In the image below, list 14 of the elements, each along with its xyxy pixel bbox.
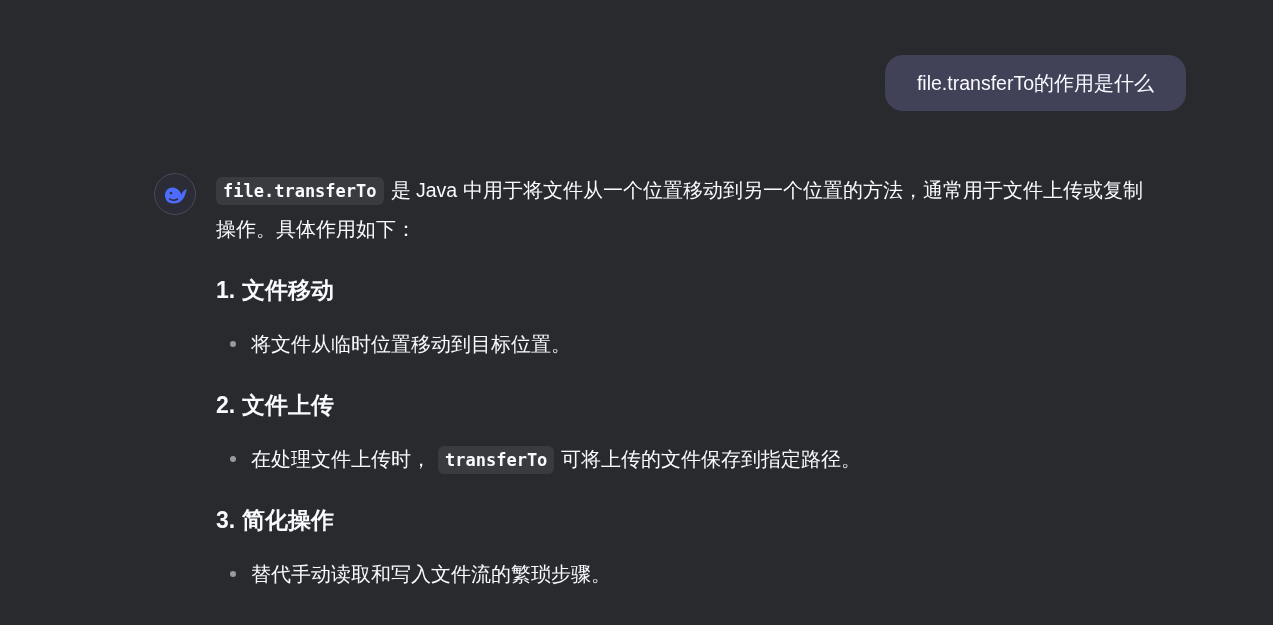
list-item-text: 将文件从临时位置移动到目标位置。 <box>251 331 571 357</box>
user-message: file.transferTo的作用是什么 <box>884 55 1186 111</box>
inline-code: transferTo <box>438 445 555 474</box>
list-item-text: 在处理文件上传时， transferTo 可将上传的文件保存到指定路径。 <box>251 445 862 473</box>
list-item-text: 替代手动读取和写入文件流的繁琐步骤。 <box>251 561 611 587</box>
message-paragraph: file.transferTo 是 Java 中用于将文件从一个位置移动到另一个位置的方法，通常用于文件上传或复制操作。具体作用如下： <box>216 176 1144 242</box>
section-heading: 2. 文件上传 <box>216 391 335 420</box>
section-heading: 1. 文件移动 <box>216 276 335 305</box>
bullet-icon <box>230 341 236 347</box>
section-heading: 3. 简化操作 <box>216 506 335 535</box>
inline-code: file.transferTo <box>216 177 384 205</box>
bullet-icon <box>230 456 236 462</box>
whale-logo-icon <box>154 173 196 215</box>
bullet-icon <box>230 571 236 577</box>
